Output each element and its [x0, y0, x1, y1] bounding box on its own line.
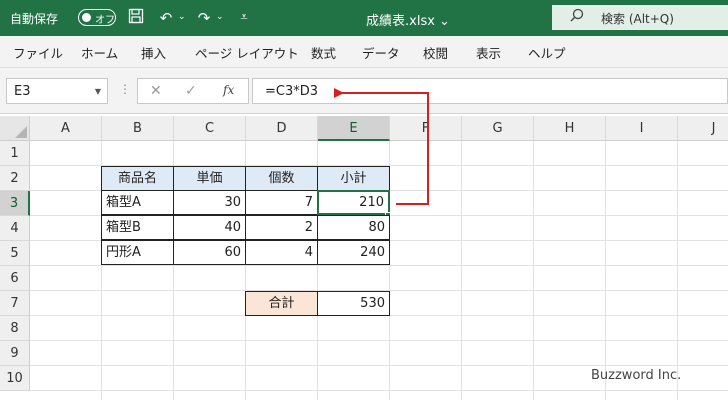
column-header-j[interactable]: J: [678, 116, 728, 141]
column-header-d[interactable]: D: [246, 116, 318, 141]
cancel-icon[interactable]: ✕: [150, 83, 162, 99]
customize-toolbar-icon[interactable]: ⩡: [234, 8, 254, 28]
autosave-state: オフ: [95, 15, 115, 26]
column-header-g[interactable]: G: [462, 116, 534, 141]
column-header-a[interactable]: A: [30, 116, 102, 141]
tab-formulas[interactable]: 数式: [311, 43, 336, 62]
ribbon-tabs: ファイル ホーム 挿入 ページ レイアウト 数式 データ 校閲 表示 ヘルプ: [0, 36, 728, 68]
insert-function-icon[interactable]: fx: [223, 83, 234, 97]
formula-bar-grip-icon: ⋮: [119, 82, 131, 96]
table-cell-price[interactable]: 30: [173, 190, 246, 215]
table-cell-price[interactable]: 60: [173, 240, 246, 265]
column-header-i[interactable]: I: [606, 116, 678, 141]
gridline: [30, 340, 728, 341]
gridline: [605, 141, 606, 400]
total-value-cell[interactable]: 530: [317, 291, 390, 316]
name-box-value: E3: [14, 84, 31, 99]
save-icon[interactable]: [126, 8, 146, 28]
autosave-label: 自動保存: [10, 12, 59, 26]
tab-view[interactable]: 表示: [476, 43, 501, 62]
table-cell-name[interactable]: 箱型B: [101, 215, 174, 240]
file-name-text: 成績表.xlsx: [366, 14, 435, 29]
table-cell-subtotal[interactable]: 80: [317, 215, 390, 240]
redo-icon[interactable]: ↷: [194, 8, 214, 28]
name-box[interactable]: E3 ▼: [6, 78, 108, 104]
redo-dropdown-icon[interactable]: ⌄: [216, 12, 224, 22]
search-icon: [570, 8, 584, 26]
table-cell-qty[interactable]: 2: [245, 215, 318, 240]
row-header-9[interactable]: 9: [0, 341, 30, 366]
file-name-caret-icon: ⌄: [439, 14, 450, 29]
file-name[interactable]: 成績表.xlsx ⌄: [366, 10, 450, 29]
column-header-c[interactable]: C: [174, 116, 246, 141]
gridline: [533, 141, 534, 400]
active-cell-subtotal[interactable]: 210: [317, 190, 390, 215]
table-cell-name[interactable]: 箱型A: [101, 190, 174, 215]
tab-review[interactable]: 校閲: [423, 43, 448, 62]
row-header-2[interactable]: 2: [0, 166, 30, 191]
select-all-button[interactable]: [0, 116, 30, 141]
row-header-10[interactable]: 10: [0, 366, 30, 391]
search-label: 検索 (Alt+Q): [601, 12, 674, 26]
row-header-5[interactable]: 5: [0, 241, 30, 266]
formula-bar: E3 ▼ ⋮ ✕ ✓ fx =C3*D3: [0, 68, 728, 114]
tab-file[interactable]: ファイル: [13, 43, 63, 62]
row-header-3[interactable]: 3: [0, 191, 30, 216]
tab-page-layout[interactable]: ページ レイアウト: [195, 43, 299, 62]
search-box[interactable]: 検索 (Alt+Q): [552, 5, 728, 30]
toggle-knob: [82, 13, 91, 22]
gridline: [677, 141, 678, 400]
formula-input[interactable]: =C3*D3: [252, 78, 728, 104]
gridline: [461, 141, 462, 400]
table-cell-qty[interactable]: 7: [245, 190, 318, 215]
tab-home[interactable]: ホーム: [81, 43, 118, 62]
enter-icon[interactable]: ✓: [185, 83, 197, 99]
row-header-8[interactable]: 8: [0, 316, 30, 341]
title-bar: 自動保存 オフ ↶ ⌄ ↷ ⌄ ⩡ 成績表.xlsx ⌄ 検索 (Alt+Q): [0, 0, 728, 36]
table-cell-price[interactable]: 40: [173, 215, 246, 240]
row-header-4[interactable]: 4: [0, 216, 30, 241]
row-header-1[interactable]: 1: [0, 141, 30, 166]
undo-icon[interactable]: ↶: [156, 8, 176, 28]
worksheet-grid[interactable]: A B C D E F G H I J 1 2 3 4 5 6 7 8 9 10…: [0, 116, 728, 400]
table-cell-name[interactable]: 円形A: [101, 240, 174, 265]
gridline: [30, 365, 728, 366]
tab-help[interactable]: ヘルプ: [528, 43, 566, 62]
column-header-h[interactable]: H: [534, 116, 606, 141]
table-header-subtotal[interactable]: 小計: [317, 166, 390, 191]
tab-insert[interactable]: 挿入: [141, 43, 166, 62]
watermark: Buzzword Inc.: [591, 368, 682, 383]
formula-buttons: ✕ ✓ fx: [137, 78, 249, 104]
gridline: [30, 265, 728, 266]
row-header-7[interactable]: 7: [0, 291, 30, 316]
table-header-qty[interactable]: 個数: [245, 166, 318, 191]
column-header-e[interactable]: E: [318, 116, 390, 141]
table-cell-subtotal[interactable]: 240: [317, 240, 390, 265]
table-header-name[interactable]: 商品名: [101, 166, 174, 191]
column-header-b[interactable]: B: [102, 116, 174, 141]
table-header-price[interactable]: 単価: [173, 166, 246, 191]
table-cell-qty[interactable]: 4: [245, 240, 318, 265]
undo-dropdown-icon[interactable]: ⌄: [178, 12, 186, 22]
select-all-triangle-icon: [15, 126, 27, 138]
formula-value: =C3*D3: [265, 84, 319, 99]
tab-data[interactable]: データ: [362, 43, 400, 62]
autosave-toggle[interactable]: オフ: [78, 9, 116, 26]
name-box-dropdown-icon[interactable]: ▼: [95, 87, 101, 96]
row-header-6[interactable]: 6: [0, 266, 30, 291]
gridline: [30, 390, 728, 391]
total-label-cell[interactable]: 合計: [245, 291, 318, 316]
column-header-f[interactable]: F: [390, 116, 462, 141]
